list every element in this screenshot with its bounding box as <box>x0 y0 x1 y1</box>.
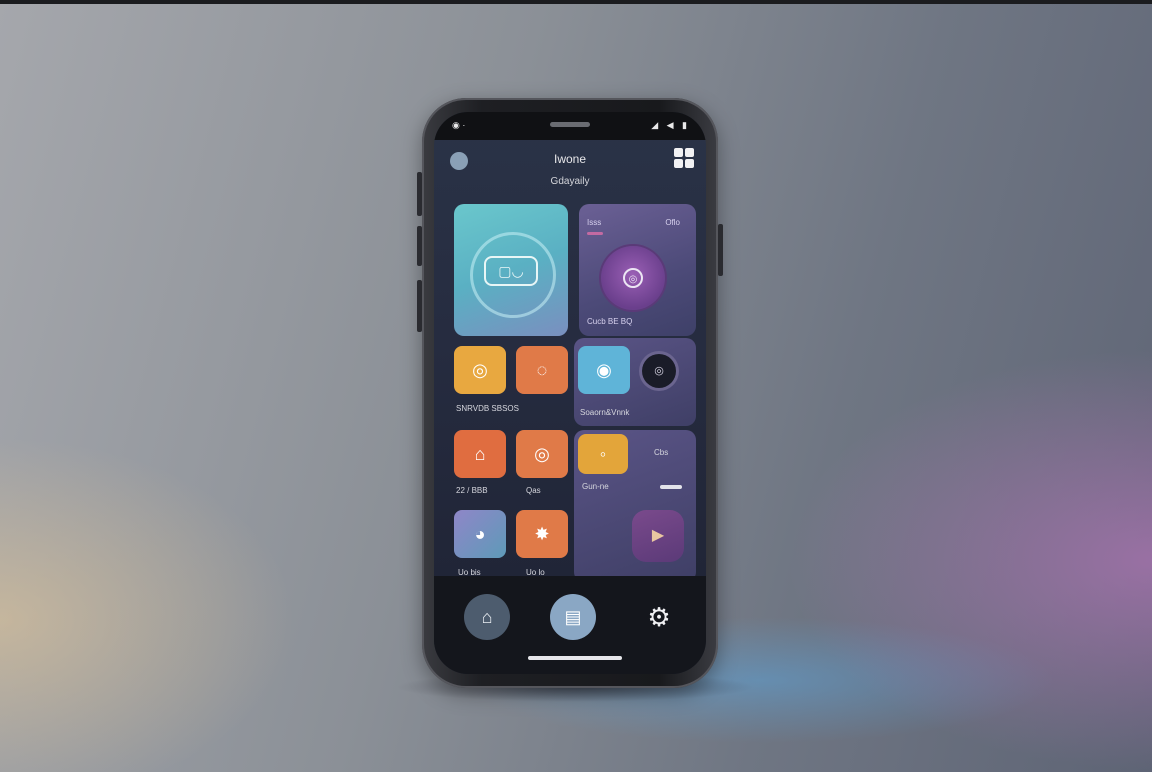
media-tile[interactable]: Isss Oflo ◎ Cucb BE BQ <box>579 204 696 336</box>
fitness-app-button[interactable]: ✸ <box>516 510 568 558</box>
play-button[interactable]: ▶ <box>632 510 684 562</box>
gallery-app-button[interactable]: ◕ <box>454 510 506 558</box>
row2-label: Cbs <box>654 448 669 457</box>
camera-icon: ▢◡ <box>484 256 538 286</box>
photos-app-button[interactable]: ◎ <box>454 346 506 394</box>
status-left-icons: ◉ · <box>452 120 466 130</box>
phone-screen: ◉ · ◢ ◀ ▮ Iwone Gdayaily ▢◡ Isss Oflo ◎ … <box>434 112 706 674</box>
silent-switch[interactable] <box>417 280 422 332</box>
settings-icon[interactable]: ⚙ <box>636 594 682 640</box>
power-button[interactable] <box>718 224 723 276</box>
volume-down-button[interactable] <box>417 226 422 266</box>
status-bar: ◉ · ◢ ◀ ▮ <box>434 112 706 140</box>
home-app-button[interactable]: ⌂ <box>454 430 506 478</box>
media-accent-bar <box>587 232 603 235</box>
page-title: Iwone <box>553 152 587 166</box>
row2-right-caption: Gun-ne <box>582 482 609 491</box>
page-subtitle: Gdayaily <box>550 176 590 187</box>
slider-handle[interactable] <box>660 485 682 489</box>
status-right-icons: ◢ ◀ ▮ <box>651 120 690 130</box>
grid-menu-icon[interactable] <box>674 148 694 168</box>
row1-caption: SNRVDB SBSOS <box>456 404 519 413</box>
home-indicator[interactable] <box>528 656 622 660</box>
record-button[interactable]: ◎ <box>642 354 676 388</box>
timer-app-button[interactable]: ◎ <box>516 430 568 478</box>
search-app-button[interactable]: ◌ <box>516 346 568 394</box>
volume-up-button[interactable] <box>417 172 422 216</box>
row2-caption-b: Qas <box>526 486 541 495</box>
row1-right-caption: Soaorn&Vnnk <box>580 408 630 417</box>
media-label-right: Oflo <box>665 218 680 227</box>
top-border <box>0 0 1152 4</box>
media-knob[interactable]: ◎ <box>601 246 665 310</box>
row2-caption-a: 22 / BBB <box>456 486 488 495</box>
speaker-grille <box>550 122 590 127</box>
nav-center-button[interactable]: ▤ <box>550 594 596 640</box>
notes-app-button[interactable]: ◦ <box>578 434 628 474</box>
nav-home-button[interactable]: ⌂ <box>464 594 510 640</box>
media-label-left: Isss <box>587 218 602 227</box>
knob-icon: ◎ <box>623 268 643 288</box>
media-caption: Cucb BE BQ <box>587 317 633 326</box>
featured-tile[interactable]: ▢◡ <box>454 204 568 336</box>
weather-app-button[interactable]: ◉ <box>578 346 630 394</box>
bottom-nav: ⌂ ▤ ⚙ <box>434 576 706 674</box>
